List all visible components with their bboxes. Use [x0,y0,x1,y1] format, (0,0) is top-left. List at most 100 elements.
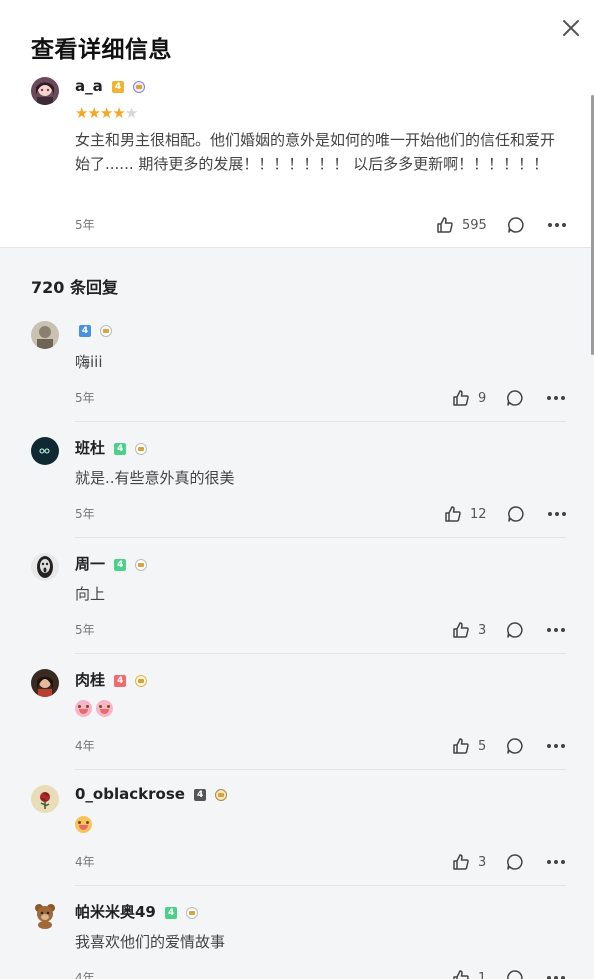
reply-author[interactable]: 周一 4 [75,553,148,574]
reply-author[interactable]: 4 [75,321,113,339]
avatar[interactable] [31,669,59,697]
like-count: 3 [478,854,487,870]
reply-author[interactable]: 肉桂 4 [75,669,148,690]
avatar[interactable] [31,553,59,581]
level-badge-icon: 4 [114,674,127,687]
star-icon: ★ [112,104,125,122]
like-button[interactable] [436,216,454,234]
reply-button[interactable] [506,969,524,979]
review-author[interactable]: a_a 4 [75,77,146,95]
reply-username[interactable]: 肉桂 [75,671,105,689]
reply-item: 周一 4 向上 5年 3 [0,553,594,669]
comment-icon [507,970,523,979]
close-icon [563,20,579,36]
like-count: 595 [462,217,487,233]
reply-button[interactable] [507,216,525,234]
reply-actions: 9 [452,388,566,408]
like-button[interactable] [452,853,470,871]
reply-time: 4年 [75,971,95,979]
dialog-title: 查看详细信息 [31,37,172,63]
reply-actions: 12 [444,504,567,524]
review-panel: 查看详细信息 a_a 4 ★★★★★ 女主和男主很相配。他们婚姻的意外是如何的唯… [0,0,594,248]
reply-username[interactable]: 帕米米奥49 [75,903,156,921]
flair-badge-icon [186,906,199,919]
reply-item: 4 嗨iii 5年 9 [0,321,594,437]
thumbs-up-icon [453,390,469,406]
comment-icon [507,854,523,870]
avatar[interactable] [31,77,59,105]
reply-author[interactable]: 0_oblackrose 4 [75,785,228,803]
star-icon: ★ [99,104,113,122]
reply-actions: 5 [452,736,566,756]
reply-item: 肉桂 4 4年 5 [0,669,594,785]
like-button[interactable] [444,505,462,523]
reply-button[interactable] [506,621,524,639]
rating-stars: ★★★★★ [75,104,138,122]
like-button[interactable] [452,389,470,407]
comment-icon [507,738,523,754]
reply-text [75,699,117,717]
reply-username[interactable]: 班杜 [75,439,105,457]
like-button[interactable] [452,737,470,755]
reply-time: 4年 [75,855,95,869]
level-badge-icon: 4 [114,442,127,455]
reply-button[interactable] [506,737,524,755]
like-count: 9 [478,390,487,406]
reply-button[interactable] [506,853,524,871]
level-badge-icon: 4 [194,788,207,801]
review-actions: 595 [436,215,567,235]
reply-author[interactable]: 班杜 4 [75,437,148,458]
avatar[interactable] [31,437,59,465]
like-button[interactable] [452,621,470,639]
reply-button[interactable] [507,505,525,523]
reply-text: 嗨iii [75,353,103,371]
reply-actions: 1 [452,968,566,979]
thumbs-up-icon [453,854,469,870]
comment-icon [507,217,524,233]
thumbs-up-icon [453,622,469,638]
reply-username[interactable]: 周一 [75,555,105,573]
more-button[interactable] [546,621,566,639]
thumbs-up-icon [453,738,469,754]
reply-button[interactable] [506,389,524,407]
level-badge-icon: 4 [79,324,91,337]
reply-actions: 3 [452,852,566,872]
smile-emoji-icon [75,816,92,833]
comment-icon [507,390,523,406]
avatar[interactable] [31,321,59,349]
reply-time: 5年 [75,623,95,637]
close-button[interactable] [560,17,582,39]
reply-username[interactable]: 0_oblackrose [75,785,185,803]
grin-emoji-icon [75,700,92,717]
more-dots-icon [547,396,566,400]
divider [75,421,566,422]
more-button[interactable] [547,216,567,234]
flair-badge-icon [133,80,146,93]
avatar[interactable] [31,901,59,929]
like-count: 1 [478,970,487,979]
review-text: 女主和男主很相配。他们婚姻的意外是如何的唯一开始他们的信任和爱开始了......… [75,131,556,173]
like-button[interactable] [452,969,470,979]
more-button[interactable] [546,737,566,755]
avatar[interactable] [31,785,59,813]
reply-author[interactable]: 帕米米奥49 4 [75,901,199,922]
like-count: 12 [470,506,487,522]
more-button[interactable] [546,853,566,871]
flair-badge-icon [100,324,113,337]
grin-emoji-icon [96,700,113,717]
more-button[interactable] [546,389,566,407]
reply-text: 就是..有些意外真的很美 [75,469,235,487]
reply-item: 0_oblackrose 4 4年 3 [0,785,594,901]
more-button[interactable] [547,505,567,523]
divider [75,537,566,538]
thumbs-up-icon [437,217,453,233]
reply-text [75,815,96,833]
more-dots-icon [547,860,566,864]
review-username[interactable]: a_a [75,77,103,95]
star-icon: ★ [75,104,88,122]
comment-icon [507,622,523,638]
like-count: 3 [478,622,487,638]
more-button[interactable] [546,969,566,979]
flair-badge-icon [215,788,228,801]
level-badge-icon: 4 [165,906,178,919]
